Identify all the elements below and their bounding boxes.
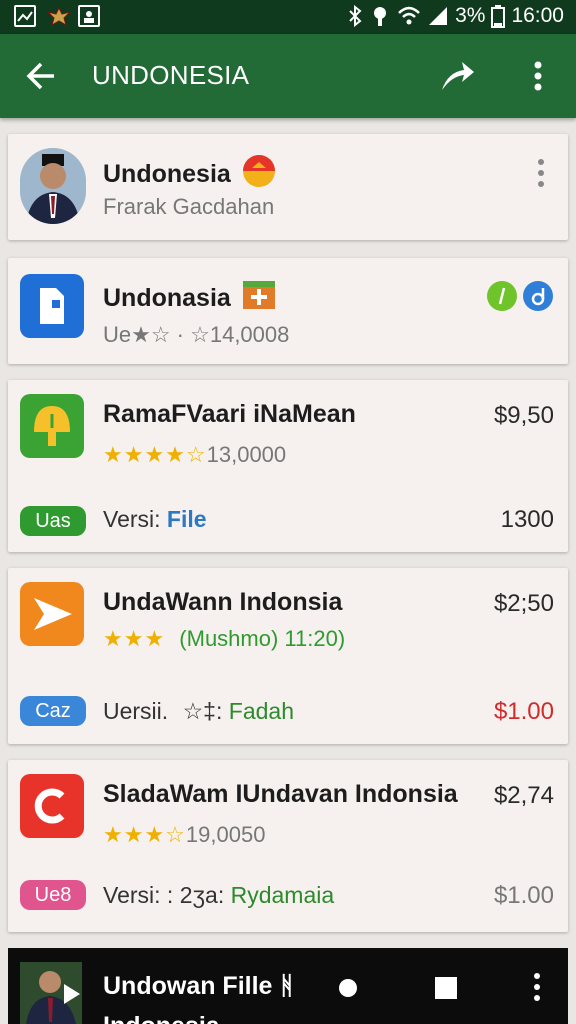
more-vert-icon[interactable] <box>526 60 550 94</box>
record-icon[interactable] <box>338 978 358 998</box>
item-rating: ★★★☆19,0050 <box>103 822 265 848</box>
card-more-icon[interactable] <box>536 158 546 188</box>
profile-subtitle: Frarak Gacdahan <box>103 194 275 219</box>
rating-star-empty: ☆ <box>185 442 207 467</box>
profile-name-text: Undonesia <box>103 160 231 188</box>
status-bar: 3% 16:00 <box>0 0 576 34</box>
app-rating: Ue★☆ · ☆14,0008 <box>103 322 290 347</box>
location-icon <box>374 7 387 26</box>
item-name: UndaWann Indonsia <box>103 588 343 616</box>
add-icon <box>242 281 275 309</box>
wifi-icon <box>398 6 420 25</box>
image-notification-icon <box>14 5 36 27</box>
list-item[interactable]: SladaWam IUndavan Indonsia $2,74 ★★★☆19,… <box>8 760 568 932</box>
item-right-value: $1.00 <box>493 882 554 909</box>
mushroom-app-icon <box>20 394 84 458</box>
media-subtitle: Indonesia <box>103 1012 220 1024</box>
item-version: Uersii. ☆‡: Fadah <box>103 698 294 725</box>
status-notifications <box>14 5 100 27</box>
clock: 16:00 <box>511 4 564 27</box>
battery-percent: 3% <box>455 4 486 27</box>
rating-star-empty: ☆ <box>165 822 186 847</box>
rating-stars: ★★★★ <box>103 442 186 467</box>
profile-card[interactable]: Undonesia Frarak Gacdahan <box>8 134 568 240</box>
version-value: Fadah <box>228 698 294 724</box>
item-badge: Uas <box>20 506 86 536</box>
signal-icon <box>429 7 448 25</box>
document-app-icon <box>20 274 84 338</box>
rating-stars: ★★★ <box>103 822 166 847</box>
version-value: Rydamaia <box>230 882 335 908</box>
profile-name: Undonesia <box>103 154 276 189</box>
item-version: Versi: : 2ʒa: Rydamaia <box>103 882 334 909</box>
media-title: Undowan Fille ᚻ <box>103 972 295 1000</box>
item-right-value: 1300 <box>500 506 554 533</box>
green-badge-icon[interactable] <box>486 280 518 312</box>
item-rating: ★★★★☆13,0000 <box>103 442 286 468</box>
share-icon[interactable] <box>438 58 476 94</box>
app-bar: UNDONESIA <box>0 34 576 118</box>
rating-count: 13,0000 <box>206 442 287 467</box>
rating-stars: ★★★ <box>103 626 166 651</box>
flag-icon <box>242 155 275 187</box>
garuda-notification-icon <box>46 5 72 27</box>
bluetooth-icon <box>349 5 362 27</box>
version-extra: ☆‡: <box>182 698 223 724</box>
blue-badge-icon[interactable] <box>522 280 554 312</box>
app-name-text: Undonasia <box>103 284 231 312</box>
back-arrow-icon[interactable] <box>24 58 60 94</box>
item-price: $2;50 <box>493 590 554 617</box>
rating-count: 19,0050 <box>185 822 266 847</box>
send-app-icon <box>20 582 84 646</box>
version-extra: 2ʒa: <box>179 882 225 908</box>
item-badge: Ue8 <box>20 880 86 910</box>
bottom-media-bar[interactable]: Undowan Fille ᚻ Indonesia <box>8 948 568 1024</box>
version-label: Uersii. <box>103 698 169 724</box>
list-item[interactable]: RamaFVaari iNaMean $9,50 ★★★★☆13,0000 Ua… <box>8 380 568 552</box>
item-badge: Caz <box>20 696 86 726</box>
item-version: Versi: File <box>103 506 207 533</box>
item-price: $2,74 <box>493 782 554 809</box>
media-thumbnail[interactable] <box>20 962 82 1024</box>
battery-icon <box>491 5 506 28</box>
stop-icon[interactable] <box>434 976 458 1000</box>
item-name: RamaFVaari iNaMean <box>103 400 356 428</box>
item-right-value: $1.00 <box>493 698 554 725</box>
version-value: File <box>166 506 207 532</box>
avatar <box>20 148 86 224</box>
app-card[interactable]: Undonasia Ue★☆ · ☆14,0008 <box>8 258 568 364</box>
list-item[interactable]: UndaWann Indonsia $2;50 ★★★ (Mushmo) 11:… <box>8 568 568 744</box>
item-name: SladaWam IUndavan Indonsia <box>103 780 458 808</box>
item-price: $9,50 <box>493 402 554 429</box>
item-rating: ★★★ (Mushmo) 11:20) <box>103 626 345 652</box>
version-label: Versi: : <box>103 882 174 908</box>
status-indicators: 3% 16:00 <box>347 4 564 28</box>
media-more-icon[interactable] <box>532 972 542 1002</box>
c-app-icon <box>20 774 84 838</box>
app-name: Undonasia <box>103 280 276 313</box>
version-label: Versi: <box>103 506 161 532</box>
rating-count: (Mushmo) 11:20) <box>179 626 346 651</box>
image-notification-icon-2 <box>78 5 100 27</box>
page-title: UNDONESIA <box>92 60 250 90</box>
